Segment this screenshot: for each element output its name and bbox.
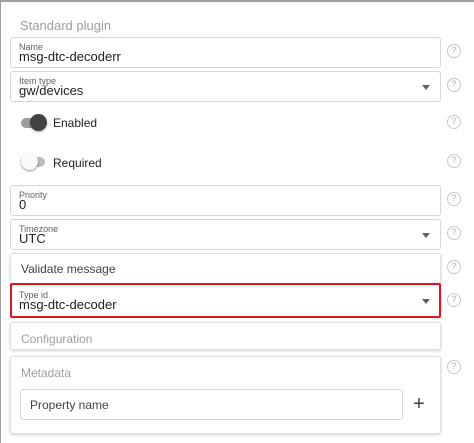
property-name-input[interactable]: Property name <box>20 389 403 420</box>
name-value: msg-dtc-decoderr <box>19 48 121 64</box>
required-toggle[interactable] <box>21 153 47 171</box>
timezone-select[interactable]: Timezone UTC <box>10 219 441 250</box>
name-help-icon[interactable]: ? <box>447 44 461 58</box>
type-id-highlight-frame <box>10 283 441 318</box>
enabled-label: Enabled <box>53 116 98 130</box>
priority-value: 0 <box>19 196 27 212</box>
timezone-help-icon[interactable]: ? <box>447 226 461 240</box>
metadata-help-icon[interactable]: ? <box>447 360 461 374</box>
validate-message-title: Validate message <box>21 262 116 276</box>
item-type-value: gw/devices <box>19 82 84 98</box>
add-property-button[interactable]: + <box>410 394 428 414</box>
required-toggle-knob <box>21 153 38 170</box>
item-type-help-icon[interactable]: ? <box>447 78 461 92</box>
metadata-title: Metadata <box>21 366 72 380</box>
type-id-help-icon[interactable]: ? <box>447 293 461 307</box>
name-field[interactable]: Name msg-dtc-decoderr <box>10 37 441 68</box>
timezone-value: UTC <box>19 230 46 246</box>
priority-help-icon[interactable]: ? <box>447 192 461 206</box>
item-type-select[interactable]: Item type gw/devices <box>10 71 441 102</box>
configuration-title: Configuration <box>21 332 93 346</box>
priority-field[interactable]: Priority 0 <box>10 185 441 216</box>
enabled-toggle[interactable] <box>21 114 47 132</box>
required-help-icon[interactable]: ? <box>447 154 461 168</box>
section-title: Standard plugin <box>20 18 112 33</box>
enabled-toggle-knob <box>30 114 47 131</box>
validate-message-help-icon[interactable]: ? <box>447 260 461 274</box>
item-type-dropdown-icon <box>422 84 430 90</box>
configuration-panel[interactable]: Configuration <box>10 322 441 350</box>
timezone-dropdown-icon <box>422 232 430 238</box>
property-name-placeholder: Property name <box>30 398 109 412</box>
required-label: Required <box>53 156 102 170</box>
enabled-help-icon[interactable]: ? <box>447 115 461 129</box>
validate-message-panel[interactable]: Validate message <box>10 253 441 284</box>
